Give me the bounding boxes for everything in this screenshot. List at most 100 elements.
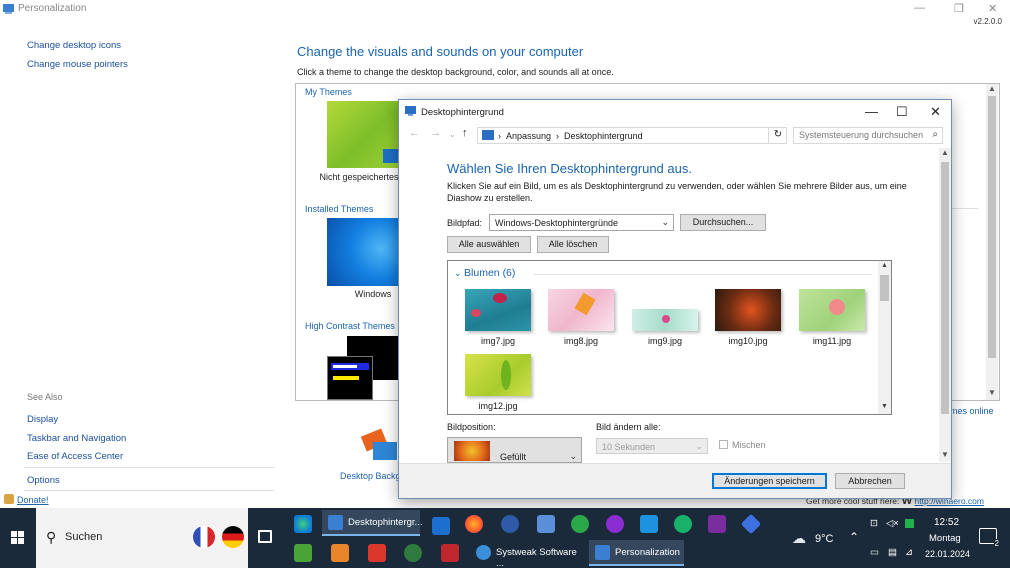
history-chevron-icon[interactable]: ⌄ [449, 130, 456, 139]
breadcrumb-item[interactable]: Anpassung [506, 131, 551, 141]
tray-app-icon[interactable]: ⊡ [870, 518, 878, 529]
change-mouse-pointers-link[interactable]: Change mouse pointers [27, 59, 128, 70]
task-view-icon[interactable] [258, 530, 272, 543]
scroll-up-icon[interactable]: ▲ [881, 262, 888, 269]
back-arrow-icon[interactable]: ← [409, 127, 420, 139]
image-caption: img9.jpg [647, 336, 683, 346]
taskbar-search[interactable]: ⚲ Suchen [36, 508, 248, 568]
dialog-maximize-button[interactable]: ☐ [896, 104, 908, 120]
tray-app-icon[interactable]: ▭ [870, 547, 879, 558]
volume-mute-icon[interactable]: ◁× [886, 518, 899, 529]
scroll-thumb[interactable] [941, 162, 949, 414]
restore-button[interactable]: ❐ [954, 2, 964, 15]
forward-arrow-icon[interactable]: → [430, 127, 441, 139]
app-icon[interactable] [537, 515, 555, 533]
theme-high-contrast-2-thumbnail[interactable] [327, 356, 373, 400]
shuffle-checkbox[interactable]: Mischen [719, 440, 766, 450]
minimize-button[interactable]: — [914, 2, 925, 14]
path-select[interactable]: Windows-Desktophintergründe ⌄ [489, 214, 674, 231]
show-hidden-icons-icon[interactable]: ⌃ [849, 530, 859, 544]
clock-date[interactable]: 22.01.2024 [925, 549, 970, 559]
donate-link[interactable]: Donate! [4, 494, 49, 505]
app-icon[interactable] [404, 544, 422, 562]
app-icon[interactable] [740, 513, 762, 535]
taskbar-app-personalization[interactable]: Personalization [589, 540, 684, 566]
get-more-themes-link[interactable]: mes online [950, 406, 994, 416]
scroll-thumb[interactable] [880, 275, 889, 301]
image-caption: img12.jpg [478, 401, 518, 411]
cancel-button[interactable]: Abbrechen [835, 473, 905, 489]
change-interval-select[interactable]: 10 Sekunden ⌄ [596, 438, 708, 454]
close-button[interactable]: ✕ [988, 2, 997, 15]
options-link[interactable]: Options [27, 475, 60, 486]
mail-icon[interactable] [432, 517, 450, 535]
control-panel-icon [405, 106, 416, 116]
browse-button[interactable]: Durchsuchen... [680, 214, 766, 231]
taskbar-app-label: Desktophintergr... [348, 517, 423, 528]
personalization-icon [595, 545, 610, 560]
path-label: Bildpfad: [447, 218, 483, 228]
search-icon: ⚲ [46, 529, 57, 545]
up-arrow-icon[interactable]: ↑ [462, 127, 468, 139]
flags-icon [193, 526, 215, 548]
dialog-close-button[interactable]: ✕ [930, 104, 941, 120]
image-thumbnail [465, 354, 531, 396]
position-select[interactable]: Gefüllt ⌄ [447, 437, 582, 463]
scroll-down-icon[interactable]: ▼ [881, 403, 888, 410]
breadcrumb-item[interactable]: Desktophintergrund [564, 131, 643, 141]
app-icon[interactable] [674, 515, 692, 533]
firefox-icon[interactable] [465, 515, 483, 533]
themes-scrollbar[interactable]: ▲ ▼ [986, 84, 998, 400]
app-icon[interactable] [708, 515, 726, 533]
desktop-background-link[interactable]: Desktop Backg [340, 471, 401, 481]
dialog-minimize-button[interactable]: — [865, 104, 878, 119]
image-list-scrollbar[interactable]: ▲ ▼ [878, 261, 891, 414]
app-icon[interactable] [501, 515, 519, 533]
save-changes-button[interactable]: Änderungen speichern [712, 473, 827, 489]
theme-windows-thumbnail[interactable] [327, 218, 399, 286]
network-icon[interactable]: ⊿ [905, 547, 913, 558]
ease-of-access-link[interactable]: Ease of Access Center [27, 451, 123, 462]
scroll-thumb[interactable] [988, 96, 996, 358]
theme-unsaved-thumbnail[interactable] [327, 101, 399, 168]
app-icon[interactable] [441, 544, 459, 562]
clock-day[interactable]: Montag [929, 533, 961, 544]
clear-all-button[interactable]: Alle löschen [537, 236, 609, 253]
notification-center-icon[interactable]: 2 [979, 528, 1000, 548]
tray-green-icon[interactable] [905, 519, 914, 528]
app-icon[interactable] [294, 544, 312, 562]
window-title: Personalization [18, 3, 87, 14]
group-header[interactable]: ⌄ Blumen (6) [454, 267, 515, 279]
scroll-up-icon[interactable]: ▲ [988, 84, 996, 93]
notification-count: 2 [993, 539, 1000, 548]
taskbar-app-systweak[interactable]: Systweak Software ... [470, 540, 580, 569]
start-button[interactable] [0, 508, 36, 568]
app-icon[interactable] [368, 544, 386, 562]
app-icon[interactable] [571, 515, 589, 533]
select-all-button[interactable]: Alle auswählen [447, 236, 531, 253]
weather-temperature[interactable]: 9°C [815, 533, 833, 545]
refresh-icon[interactable]: ↻ [768, 127, 787, 144]
display-link[interactable]: Display [27, 414, 58, 425]
tray-app-icon[interactable]: ▤ [888, 547, 897, 558]
app-icon[interactable] [331, 544, 349, 562]
breadcrumb[interactable]: › Anpassung › Desktophintergrund [477, 127, 787, 144]
scroll-down-icon[interactable]: ▼ [941, 450, 949, 459]
app-icon[interactable] [640, 515, 658, 533]
taskbar-app-desktophintergrund[interactable]: Desktophintergr... [322, 510, 423, 536]
app-icon[interactable] [606, 515, 624, 533]
dialog-heading: Wählen Sie Ihren Desktophintergrund aus. [447, 161, 692, 176]
dialog-title: Desktophintergrund [421, 107, 504, 118]
clock-time[interactable]: 12:52 [934, 517, 959, 528]
dialog-scrollbar[interactable]: ▲ ▼ [939, 148, 951, 462]
theme-windows-caption: Windows [354, 289, 392, 299]
search-input[interactable]: Systemsteuerung durchsuchen ⌕ [793, 127, 943, 144]
weather-cloud-icon[interactable]: ☁ [792, 530, 806, 547]
desktop-background-icon[interactable] [360, 428, 399, 464]
scroll-up-icon[interactable]: ▲ [941, 148, 949, 157]
scroll-down-icon[interactable]: ▼ [988, 388, 996, 397]
my-themes-label: My Themes [305, 87, 352, 97]
edge-icon[interactable] [294, 515, 312, 533]
taskbar-navigation-link[interactable]: Taskbar and Navigation [27, 433, 126, 444]
change-desktop-icons-link[interactable]: Change desktop icons [27, 40, 121, 51]
